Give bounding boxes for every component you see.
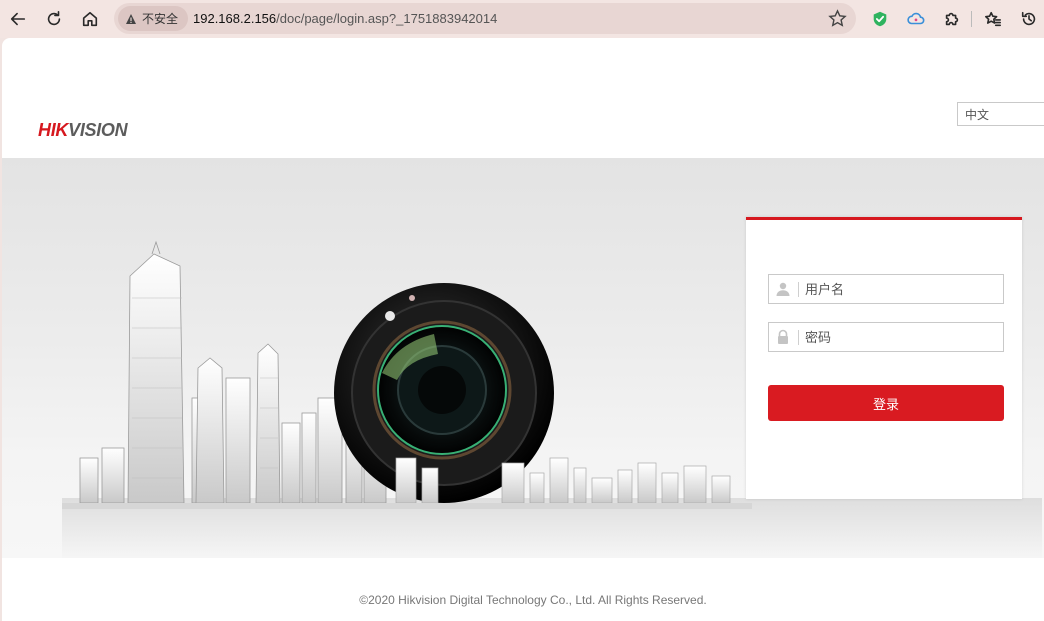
url-text[interactable]: 192.168.2.156/doc/page/login.asp?_175188… (193, 11, 497, 26)
puzzle-icon[interactable] (939, 6, 965, 32)
shield-check-icon[interactable] (867, 6, 893, 32)
browser-toolbar: 不安全 192.168.2.156/doc/page/login.asp?_17… (0, 0, 1044, 38)
security-indicator[interactable]: 不安全 (118, 6, 188, 31)
url-host: 192.168.2.156 (193, 11, 277, 26)
lock-icon (778, 329, 788, 344)
field-separator (798, 282, 799, 297)
login-button[interactable]: 登录 (768, 385, 1004, 421)
history-icon[interactable] (1016, 6, 1042, 32)
field-separator (798, 330, 799, 345)
login-panel: 登录 (746, 217, 1022, 499)
warning-icon (126, 13, 136, 24)
reload-icon[interactable] (41, 6, 67, 32)
login-page: HIKVISION 中文 用户名 登录 ©2020 Hikvision Digi… (2, 38, 1044, 621)
home-icon[interactable] (77, 6, 103, 32)
copyright-text: ©2020 Hikvision Digital Technology Co., … (359, 593, 707, 607)
hikvision-logo: HIKVISION (38, 120, 128, 141)
logo-vision: VISION (68, 120, 128, 140)
user-icon (776, 282, 790, 296)
username-input[interactable] (805, 280, 995, 298)
language-select[interactable]: 中文 (957, 102, 1044, 126)
username-field[interactable] (768, 274, 1004, 304)
url-path: /doc/page/login.asp?_1751883942014 (276, 11, 498, 26)
back-arrow-icon[interactable] (5, 6, 31, 32)
star-icon[interactable] (828, 9, 847, 28)
address-bar[interactable]: 不安全 192.168.2.156/doc/page/login.asp?_17… (114, 3, 856, 34)
security-label: 不安全 (142, 12, 179, 26)
logo-hik: HIK (38, 120, 69, 140)
password-field[interactable] (768, 322, 1004, 352)
favorites-icon[interactable] (980, 6, 1006, 32)
password-input[interactable] (805, 328, 995, 346)
toolbar-divider (971, 11, 972, 27)
cloud-icon[interactable] (903, 6, 929, 32)
